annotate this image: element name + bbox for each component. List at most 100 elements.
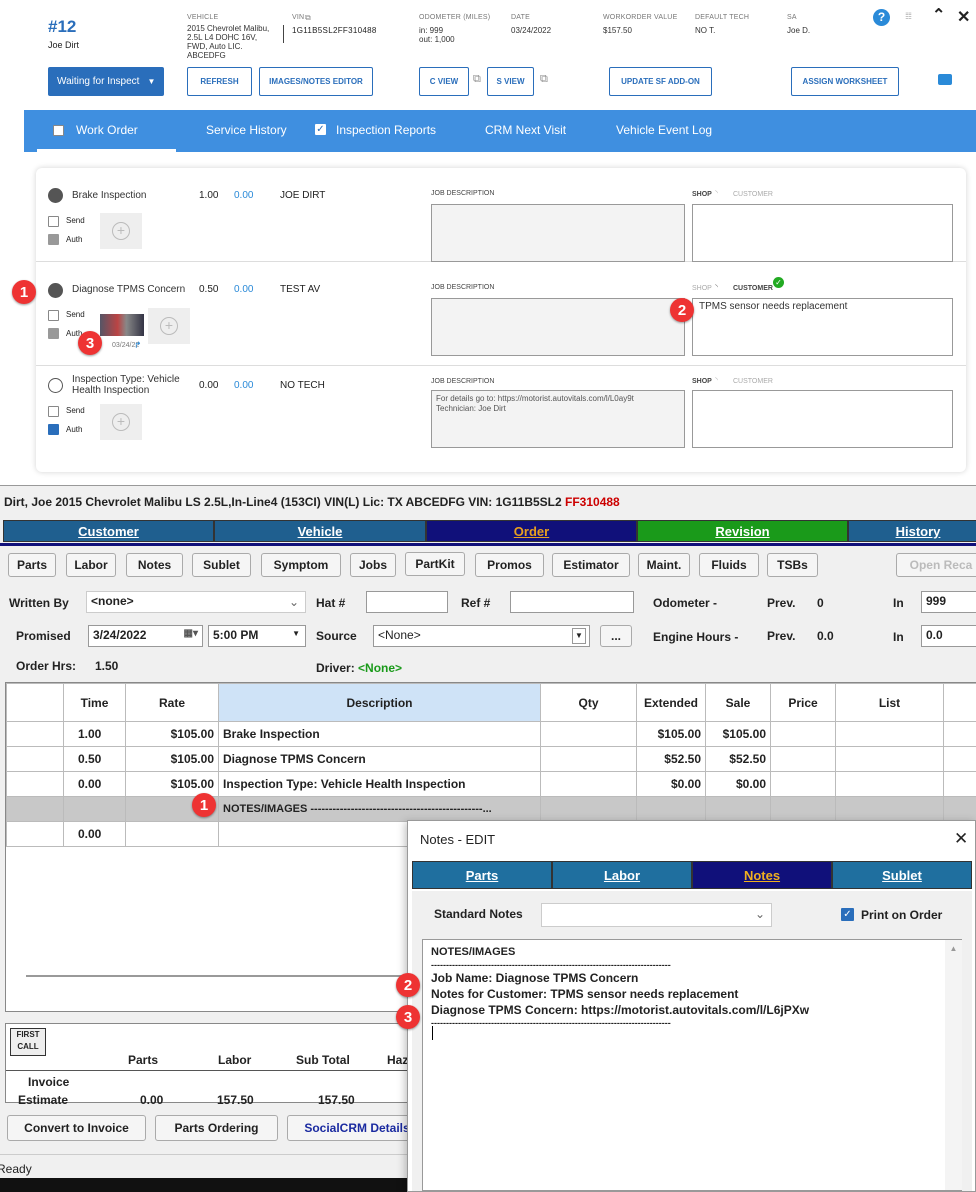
engine-in-input[interactable]: 0.0 xyxy=(921,625,976,647)
jobs-button[interactable]: Jobs xyxy=(350,553,396,577)
send-checkbox[interactable] xyxy=(48,406,59,417)
hat-input[interactable] xyxy=(366,591,448,613)
customer-note-input[interactable]: TPMS sensor needs replacement xyxy=(692,298,953,356)
sublet-button[interactable]: Sublet xyxy=(192,553,251,577)
symptom-button[interactable]: Symptom xyxy=(261,553,341,577)
status-dropdown[interactable]: Waiting for Inspect ▼ xyxy=(48,67,164,96)
horizontal-scrollbar[interactable] xyxy=(26,975,406,977)
help-icon[interactable]: ? xyxy=(873,9,890,26)
tab-sublet[interactable]: Sublet xyxy=(832,861,972,889)
source-more-button[interactable]: ... xyxy=(600,625,632,647)
copy-icon[interactable]: ⧉ xyxy=(305,13,311,23)
send-checkbox[interactable] xyxy=(48,310,59,321)
notes-textarea[interactable]: NOTES/IMAGES ---------------------------… xyxy=(422,939,962,1191)
toggle-icon[interactable]: ◝ xyxy=(715,376,718,384)
grid-icon[interactable]: ⁞⁞⁞⁞ xyxy=(905,11,912,21)
vertical-scrollbar[interactable]: ▲ xyxy=(945,940,962,1190)
customer-toggle[interactable]: CUSTOMER xyxy=(733,378,773,385)
auth-checkbox[interactable] xyxy=(48,424,59,435)
parts-ordering-button[interactable]: Parts Ordering xyxy=(155,1115,278,1141)
job-image-thumbnail[interactable] xyxy=(100,314,144,336)
job-description-input[interactable] xyxy=(431,204,685,262)
customer-toggle[interactable]: CUSTOMER xyxy=(733,191,773,198)
auth-checkbox[interactable] xyxy=(48,234,59,245)
column-header[interactable]: List xyxy=(835,683,944,722)
customer-toggle[interactable]: CUSTOMER xyxy=(733,285,773,292)
chat-icon[interactable] xyxy=(938,74,952,85)
column-header[interactable]: Pa xyxy=(943,683,976,722)
partkit-button[interactable]: PartKit xyxy=(405,552,465,576)
add-image-button[interactable]: + xyxy=(100,404,142,440)
tab-vehicle[interactable]: Vehicle xyxy=(214,520,426,542)
job-status-icon[interactable] xyxy=(48,378,63,393)
images-notes-editor-button[interactable]: IMAGES/NOTES EDITOR xyxy=(259,67,373,96)
column-header[interactable]: Description xyxy=(218,683,541,722)
toggle-icon[interactable]: ◝ xyxy=(715,189,718,197)
column-header[interactable]: Sale xyxy=(705,683,771,722)
job-status-icon[interactable] xyxy=(48,283,63,298)
estimator-button[interactable]: Estimator xyxy=(552,553,630,577)
socialcrm-details-button[interactable]: SocialCRM Details xyxy=(287,1115,427,1141)
tab-revision[interactable]: Revision xyxy=(637,520,848,542)
tsbs-button[interactable]: TSBs xyxy=(767,553,818,577)
tab-order[interactable]: Order xyxy=(426,520,637,542)
send-checkbox[interactable] xyxy=(48,216,59,227)
refresh-button[interactable]: REFRESH xyxy=(187,67,252,96)
standard-notes-select[interactable]: ⌄ xyxy=(541,903,772,927)
table-row-notes[interactable]: NOTES/IMAGES ---------------------------… xyxy=(6,796,976,822)
shop-toggle[interactable]: SHOP xyxy=(692,378,712,385)
work-order-checkbox[interactable] xyxy=(53,125,64,136)
print-on-order-checkbox[interactable]: ✓ xyxy=(841,908,854,921)
ref-input[interactable] xyxy=(510,591,634,613)
convert-to-invoice-button[interactable]: Convert to Invoice xyxy=(7,1115,146,1141)
tab-labor[interactable]: Labor xyxy=(552,861,692,889)
odometer-in-input[interactable]: 999 xyxy=(921,591,976,613)
notes-button[interactable]: Notes xyxy=(126,553,183,577)
chevron-up-icon[interactable]: ⌃ xyxy=(932,5,945,25)
open-recalls-button[interactable]: Open Reca xyxy=(896,553,976,577)
column-header[interactable]: Extended xyxy=(636,683,706,722)
close-icon[interactable]: ✕ xyxy=(957,7,970,27)
tab-work-order[interactable]: Work Order xyxy=(76,123,138,137)
tab-customer[interactable]: Customer xyxy=(3,520,214,542)
share-icon[interactable]: ↱ xyxy=(134,340,142,351)
close-icon[interactable]: ✕ xyxy=(954,829,968,849)
s-view-button[interactable]: S VIEW xyxy=(487,67,534,96)
inspection-reports-checkbox[interactable]: ✓ xyxy=(315,124,326,135)
written-by-select[interactable]: <none> ⌄ xyxy=(86,591,306,613)
tab-crm-next-visit[interactable]: CRM Next Visit xyxy=(485,123,566,137)
column-header[interactable]: Qty xyxy=(540,683,637,722)
job-status-icon[interactable] xyxy=(48,188,63,203)
promos-button[interactable]: Promos xyxy=(475,553,544,577)
tab-history[interactable]: History xyxy=(848,520,976,542)
tab-notes[interactable]: Notes xyxy=(692,861,832,889)
maint-button[interactable]: Maint. xyxy=(638,553,690,577)
column-header[interactable]: Rate xyxy=(125,683,219,722)
customer-note-input[interactable] xyxy=(692,204,953,262)
copy-icon[interactable]: ⧉ xyxy=(540,73,548,86)
tab-vehicle-event-log[interactable]: Vehicle Event Log xyxy=(616,123,712,137)
scroll-up-icon[interactable]: ▲ xyxy=(945,944,962,953)
shop-toggle[interactable]: SHOP xyxy=(692,191,712,198)
tab-inspection-reports[interactable]: Inspection Reports xyxy=(336,123,436,137)
assign-worksheet-button[interactable]: ASSIGN WORKSHEET xyxy=(791,67,899,96)
tab-parts[interactable]: Parts xyxy=(412,861,552,889)
table-row[interactable]: 0.50 $105.00 Diagnose TPMS Concern $52.5… xyxy=(6,746,976,772)
labor-button[interactable]: Labor xyxy=(66,553,116,577)
job-price[interactable]: 0.00 xyxy=(234,190,253,201)
customer-note-input[interactable] xyxy=(692,390,953,448)
tab-service-history[interactable]: Service History xyxy=(206,123,287,137)
job-description-input[interactable] xyxy=(431,298,685,356)
add-image-button[interactable]: + xyxy=(100,213,142,249)
job-price[interactable]: 0.00 xyxy=(234,380,253,391)
promised-time-select[interactable]: 5:00 PM ▼ xyxy=(208,625,306,647)
auth-checkbox[interactable] xyxy=(48,328,59,339)
column-header[interactable]: Time xyxy=(63,683,126,722)
promised-date-input[interactable]: 3/24/2022 ▦▾ xyxy=(88,625,203,647)
job-description-input[interactable]: For details go to: https://motorist.auto… xyxy=(431,390,685,448)
copy-icon[interactable]: ⧉ xyxy=(473,73,481,86)
table-row[interactable]: 1.00 $105.00 Brake Inspection $105.00 $1… xyxy=(6,721,976,747)
add-image-button[interactable]: + xyxy=(148,308,190,344)
update-sf-addon-button[interactable]: UPDATE SF ADD-ON xyxy=(609,67,712,96)
c-view-button[interactable]: C VIEW xyxy=(419,67,469,96)
